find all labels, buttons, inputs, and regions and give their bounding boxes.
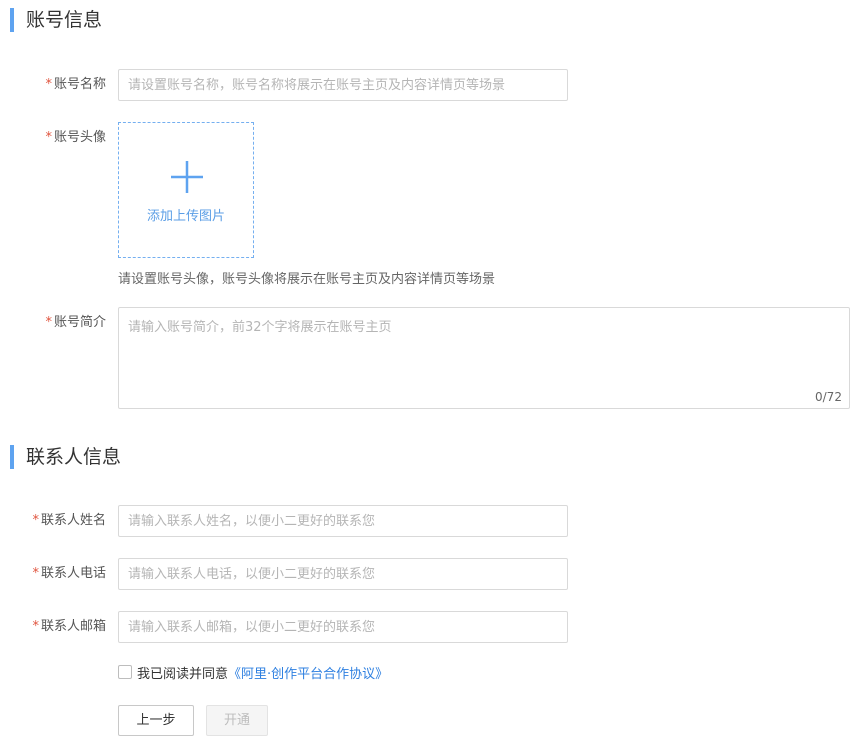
- upload-label: 添加上传图片: [146, 209, 225, 224]
- contact-name-label-text: 联系人姓名: [40, 513, 106, 528]
- agreement-row: 我已阅读并同意 《阿里·创作平台合作协议》: [118, 662, 388, 682]
- prev-step-button[interactable]: 上一步: [118, 705, 194, 736]
- section-title-contact: 联系人信息: [10, 445, 121, 469]
- contact-phone-label-text: 联系人电话: [40, 566, 106, 581]
- contact-name-label: * 联系人姓名: [0, 505, 106, 537]
- contact-email-label: * 联系人邮箱: [0, 611, 106, 643]
- required-mark: *: [45, 130, 52, 145]
- intro-char-counter: 0/72: [815, 390, 842, 404]
- account-intro-textarea[interactable]: [118, 307, 850, 409]
- required-mark: *: [45, 77, 52, 92]
- agreement-checkbox[interactable]: [118, 665, 132, 679]
- required-mark: *: [32, 566, 39, 581]
- contact-phone-label: * 联系人电话: [0, 558, 106, 590]
- contact-phone-input[interactable]: [118, 558, 568, 590]
- required-mark: *: [32, 619, 39, 634]
- plus-icon: [171, 161, 203, 193]
- avatar-hint: 请设置账号头像，账号头像将展示在账号主页及内容详情页等场景: [118, 272, 496, 287]
- account-intro-label: * 账号简介: [0, 307, 106, 339]
- account-name-input[interactable]: [118, 69, 568, 101]
- agreement-link[interactable]: 《阿里·创作平台合作协议》: [228, 663, 388, 682]
- avatar-upload-box[interactable]: 添加上传图片: [118, 122, 254, 258]
- contact-email-input[interactable]: [118, 611, 568, 643]
- required-mark: *: [45, 315, 52, 330]
- required-mark: *: [32, 513, 39, 528]
- open-button[interactable]: 开通: [206, 705, 268, 736]
- contact-email-label-text: 联系人邮箱: [40, 619, 106, 634]
- account-name-label: * 账号名称: [0, 69, 106, 101]
- account-avatar-label: * 账号头像: [0, 122, 106, 154]
- contact-name-input[interactable]: [118, 505, 568, 537]
- account-name-label-text: 账号名称: [53, 77, 106, 92]
- agreement-text: 我已阅读并同意: [137, 666, 229, 682]
- section-title-account: 账号信息: [10, 8, 102, 32]
- account-avatar-label-text: 账号头像: [53, 130, 106, 145]
- account-intro-label-text: 账号简介: [53, 315, 106, 330]
